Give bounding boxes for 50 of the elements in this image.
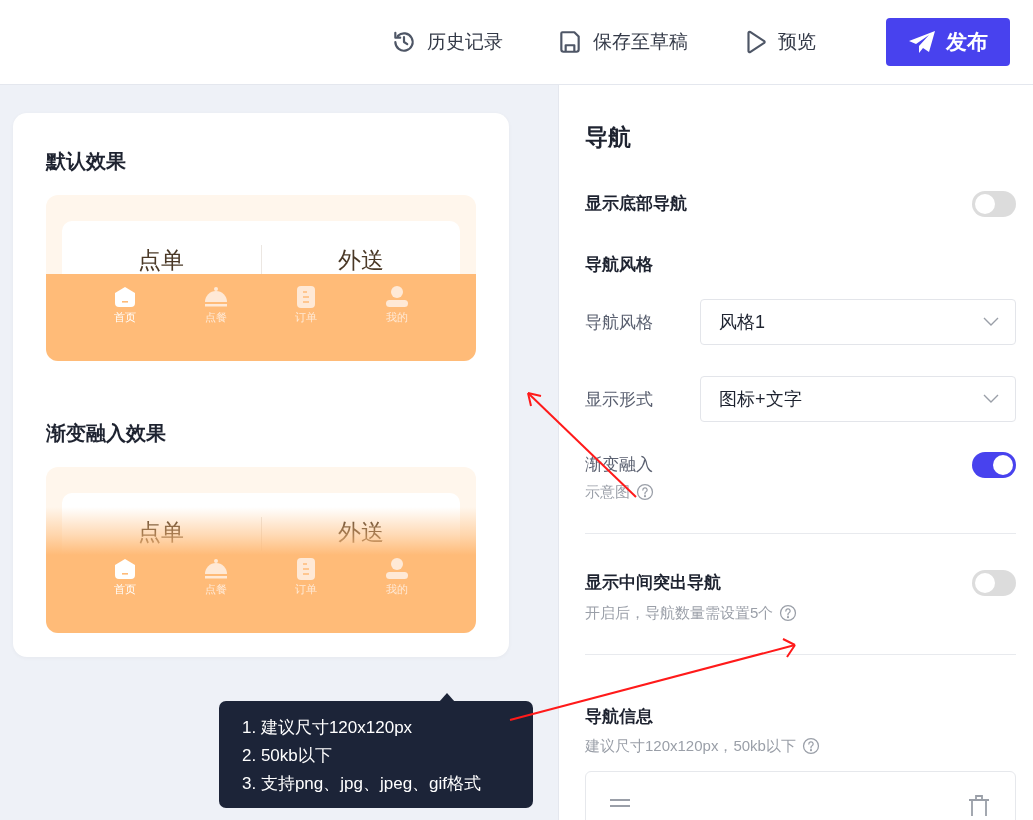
user-icon (384, 286, 409, 308)
tab-label: 点单 (137, 518, 186, 547)
setting-label: 渐变融入 (585, 454, 654, 476)
section-title: 默认效果 (46, 149, 127, 174)
hint-text: 建议尺寸120x120px，50kb以下 (585, 736, 796, 756)
hint-text: 开启后，导航数量需设置5个 (585, 603, 774, 623)
toggle-switch[interactable] (972, 452, 1016, 478)
tooltip-line: 3. 支持png、jpg、jpeg、gif格式 (242, 773, 483, 795)
home-icon (113, 558, 138, 580)
tooltip-line: 1. 建议尺寸120x120px (242, 717, 414, 739)
nav-label: 首页 (114, 310, 137, 324)
trash-icon[interactable] (967, 794, 991, 816)
toggle-switch[interactable] (972, 191, 1016, 217)
toggle-switch[interactable] (972, 570, 1016, 596)
save-button[interactable]: 保存至草稿 (557, 29, 688, 55)
tab-label: 外送 (260, 517, 460, 551)
panel-title: 导航 (585, 123, 632, 151)
nav-label: 点餐 (204, 582, 227, 596)
section-title: 渐变融入效果 (46, 421, 167, 446)
setting-label: 显示底部导航 (585, 193, 687, 215)
nav-label: 我的 (385, 310, 408, 324)
tooltip-line: 2. 50kb以下 (242, 745, 333, 767)
send-icon (908, 30, 936, 54)
chevron-down-icon (983, 394, 999, 404)
nav-label: 订单 (295, 582, 318, 596)
nav-label: 订单 (295, 310, 318, 324)
help-icon[interactable] (636, 483, 654, 501)
user-icon (384, 558, 409, 580)
section-heading: 导航信息 (585, 706, 654, 728)
field-label: 显示形式 (585, 388, 654, 411)
history-button[interactable]: 历史记录 (391, 29, 503, 55)
select-field[interactable]: 图标+文字 (700, 376, 1016, 422)
chevron-down-icon (983, 317, 999, 327)
home-icon (113, 286, 138, 308)
cloche-icon (203, 286, 228, 308)
nav-label: 我的 (385, 582, 408, 596)
field-label: 导航风格 (585, 311, 654, 334)
nav-label: 首页 (114, 582, 137, 596)
floppy-icon (557, 29, 583, 55)
cloche-icon (203, 558, 228, 580)
nav-label: 点餐 (204, 310, 227, 324)
select-field[interactable]: 风格1 (700, 299, 1016, 345)
history-icon (391, 29, 417, 55)
setting-label: 显示中间突出导航 (585, 572, 721, 594)
help-icon[interactable] (779, 604, 798, 622)
help-icon[interactable] (801, 737, 820, 755)
preview-button[interactable]: 预览 (742, 29, 816, 55)
section-heading: 导航风格 (585, 254, 654, 276)
tab-label: 点单 (137, 246, 186, 275)
publish-button[interactable]: 发布 (886, 18, 1010, 66)
